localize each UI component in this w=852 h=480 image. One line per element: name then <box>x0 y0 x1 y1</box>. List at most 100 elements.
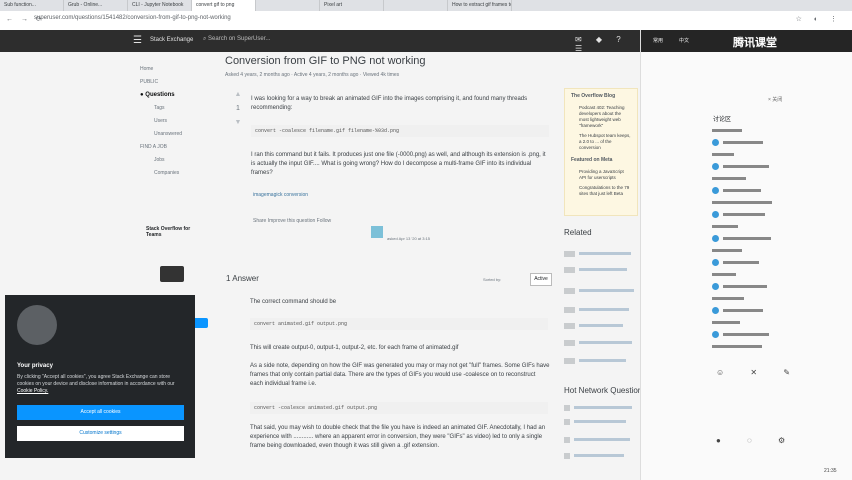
browser-tab[interactable]: Grub - Online... <box>64 0 128 11</box>
chat-message <box>712 244 842 256</box>
side-tab-1[interactable]: 常用 <box>653 37 663 44</box>
nav-public-heading: PUBLIC <box>140 79 159 85</box>
chat-message <box>712 148 842 160</box>
search-input[interactable]: ⌕ Search on SuperUser... <box>203 36 270 43</box>
browser-tab[interactable]: CLI - Jupyter Notebook <box>128 0 192 11</box>
browser-tab[interactable] <box>256 0 320 11</box>
related-heading: Related <box>564 228 592 237</box>
sort-select[interactable]: Active <box>530 273 552 286</box>
nav-unanswered[interactable]: Unanswered <box>140 131 210 144</box>
question-actions[interactable]: Share Improve this question Follow <box>253 218 331 224</box>
question-title[interactable]: Conversion from GIF to PNG not working <box>225 55 426 67</box>
nav-questions[interactable]: ● Questions <box>140 92 210 105</box>
browser-tab[interactable]: Sub function... <box>0 0 64 11</box>
asker-info: asked Apr 13 '20 at 3:15 <box>387 236 431 241</box>
system-clock: 21:35 <box>824 468 837 474</box>
chat-message <box>712 280 842 292</box>
panel-close-button[interactable]: × 关闭 <box>768 96 782 103</box>
cookie-policy-link[interactable]: Cookie Policy. <box>17 388 48 394</box>
hot-question-item[interactable] <box>564 436 630 443</box>
teams-promo-title: Stack Overflow for Teams <box>146 226 191 238</box>
browser-tab-strip: Sub function... Grub - Online... CLI - J… <box>0 0 852 11</box>
widget-item[interactable]: Congratulations to the 79 sites that jus… <box>565 183 637 199</box>
header-icons[interactable]: ✉ ◆ ? ☰ <box>575 35 640 53</box>
sort-label: Sorted by: <box>483 277 502 282</box>
widget-heading: The Overflow Blog <box>571 93 616 99</box>
answer-text-1: The correct command should be <box>250 299 337 305</box>
hot-question-item[interactable] <box>564 418 626 425</box>
related-item[interactable] <box>564 266 627 273</box>
hot-question-item[interactable] <box>564 452 624 459</box>
cookie-consent-dialog: Your privacy By clicking "Accept all coo… <box>5 295 195 458</box>
app-brand: 腾讯课堂 <box>733 37 777 49</box>
nav-home[interactable]: Home <box>140 66 210 79</box>
question-meta: Asked 4 years, 2 months ago · Active 4 y… <box>225 72 400 78</box>
downvote-icon[interactable]: ▼ <box>233 116 243 130</box>
chat-message <box>712 208 842 220</box>
chat-message <box>712 328 842 340</box>
site-logo[interactable]: Stack Exchange <box>150 37 193 43</box>
chat-message <box>712 160 842 172</box>
related-item[interactable] <box>564 357 626 364</box>
cookie-body: By clicking "Accept all cookies", you ag… <box>17 374 175 387</box>
browser-tab[interactable] <box>384 0 448 11</box>
nav-tags[interactable]: Tags <box>140 105 210 118</box>
nav-jobs[interactable]: Jobs <box>140 157 210 170</box>
chat-message <box>712 196 842 208</box>
cookie-text: By clicking "Accept all cookies", you ag… <box>17 374 185 395</box>
answer-code-1: convert animated.gif output.png <box>250 318 548 330</box>
chat-message <box>712 172 842 184</box>
vote-count: 1 <box>236 105 240 112</box>
chat-message <box>712 304 842 316</box>
asker-avatar[interactable] <box>371 226 383 238</box>
hot-question-item[interactable] <box>564 404 632 411</box>
related-item[interactable] <box>564 287 634 294</box>
widget-heading-meta: Featured on Meta <box>571 157 613 163</box>
chat-message <box>712 136 842 148</box>
related-item[interactable] <box>564 250 631 257</box>
customize-settings-button[interactable]: Customize settings <box>17 426 184 441</box>
related-item[interactable] <box>564 322 623 329</box>
chat-toolbar-icons[interactable]: ☺ ✕ ✎ <box>716 368 802 377</box>
question-code-1: convert -coalesce filename.gif filename-… <box>251 125 549 137</box>
site-header: ☰ Stack Exchange ⌕ Search on SuperUser..… <box>0 30 640 53</box>
side-panel-header: 常用 中文 腾讯课堂 <box>641 30 852 52</box>
browser-tab[interactable]: How to extract gif frames to <box>448 0 512 11</box>
chat-message <box>712 232 842 244</box>
chat-message <box>712 220 842 232</box>
answer-code-2: convert -coalesce animated.gif output.pn… <box>250 402 548 414</box>
teams-illustration <box>160 266 184 282</box>
chat-message <box>712 184 842 196</box>
nav-users[interactable]: Users <box>140 118 210 131</box>
question-tags[interactable]: imagemagick conversion <box>253 192 308 198</box>
url-text[interactable]: superuser.com/questions/1541482/conversi… <box>34 15 231 21</box>
address-bar: ← → ⟳ superuser.com/questions/1541482/co… <box>0 11 852 31</box>
nav-questions-label: Questions <box>145 92 175 98</box>
chat-list <box>712 124 842 352</box>
widget-item[interactable]: Providing a JavaScript API for userscrip… <box>565 167 637 183</box>
upvote-icon[interactable]: ▲ <box>233 88 243 102</box>
related-item[interactable] <box>564 339 632 346</box>
answers-heading: 1 Answer <box>226 274 259 283</box>
widget-item[interactable]: The Hubspot team keeps, a 2.0 to ... of … <box>565 131 637 153</box>
menu-icon[interactable]: ☰ <box>133 35 142 46</box>
chat-message <box>712 316 842 328</box>
question-body-1: I was looking for a way to break an anim… <box>251 96 528 111</box>
chat-message <box>712 256 842 268</box>
side-tab-2[interactable]: 中文 <box>679 37 689 44</box>
answer-text-2: This will create output-0, output-1, out… <box>250 345 459 351</box>
chat-footer-icons[interactable]: ● ◌ ⚙ <box>716 436 797 445</box>
related-item[interactable] <box>564 306 629 313</box>
overflow-blog-widget: The Overflow Blog Podcast 402: Teaching … <box>564 88 638 216</box>
answer-text-3: As a side note, depending on how the GIF… <box>250 363 550 387</box>
extensions-icon[interactable]: ☆ ◐ ⋮ <box>796 15 842 23</box>
accept-cookies-button[interactable]: Accept all cookies <box>17 405 184 420</box>
answer-text-4: That said, you may wish to double check … <box>250 425 546 449</box>
left-nav: Home PUBLIC ● Questions Tags Users Unans… <box>140 52 210 183</box>
widget-item[interactable]: Podcast 402: Teaching developers about t… <box>565 103 637 131</box>
browser-tab-active[interactable]: convert gif to png <box>192 0 256 11</box>
nav-companies[interactable]: Companies <box>140 170 210 183</box>
browser-tab[interactable]: Pixel art <box>320 0 384 11</box>
discussion-heading: 讨论区 <box>713 117 732 123</box>
chat-message <box>712 268 842 280</box>
